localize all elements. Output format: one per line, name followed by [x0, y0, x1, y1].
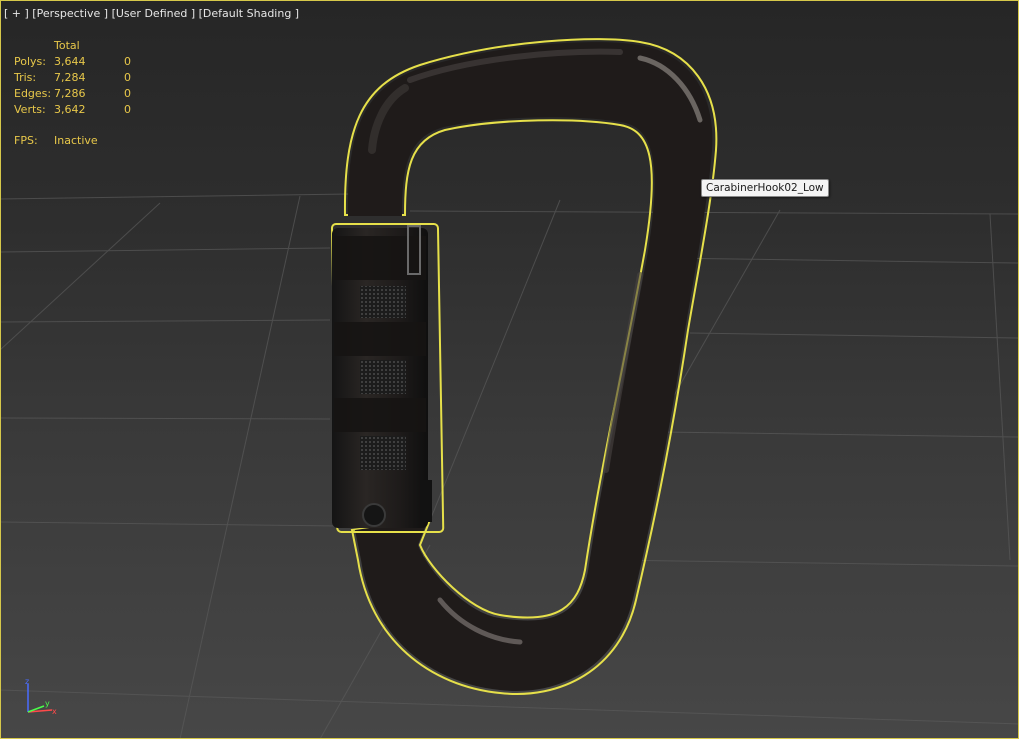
- stats-row-verts: Verts: 3,642 0: [14, 102, 214, 118]
- stats-total: 3,642: [54, 103, 86, 116]
- fps-value: Inactive: [54, 134, 98, 147]
- stats-selected: 0: [124, 55, 131, 68]
- stats-label: Tris:: [14, 71, 37, 84]
- stats-row-polys: Polys: 3,644 0: [14, 54, 214, 70]
- stats-selected: 0: [124, 71, 131, 84]
- viewport-label-menu: [ + ] [Perspective ] [User Defined ] [De…: [4, 7, 299, 20]
- stats-selected: 0: [124, 103, 131, 116]
- carabiner-gate-sleeve[interactable]: [332, 225, 432, 528]
- stats-row-edges: Edges: 7,286 0: [14, 86, 214, 102]
- stats-total: 7,286: [54, 87, 86, 100]
- viewport-lighting-menu[interactable]: [User Defined ]: [112, 7, 196, 20]
- stats-selected: 0: [124, 87, 131, 100]
- viewport-plus-menu[interactable]: [ + ]: [4, 7, 29, 20]
- axis-z-label: z: [25, 678, 29, 686]
- statistics-overlay: Total Polys: 3,644 0 Tris: 7,284 0 Edges…: [14, 38, 214, 118]
- stats-label: Verts:: [14, 103, 46, 116]
- axis-y-label: y: [45, 699, 50, 708]
- stats-total: 3,644: [54, 55, 86, 68]
- stats-row-tris: Tris: 7,284 0: [14, 70, 214, 86]
- object-name-tooltip: CarabinerHook02_Low: [701, 179, 829, 197]
- stats-label: Polys:: [14, 55, 46, 68]
- stats-total: 7,284: [54, 71, 86, 84]
- axis-tripod-icon: z x y: [25, 678, 57, 716]
- viewport-point-of-view-menu[interactable]: [Perspective ]: [32, 7, 108, 20]
- stats-total-header: Total: [54, 39, 80, 52]
- stats-label: Edges:: [14, 87, 52, 100]
- axis-x-label: x: [52, 707, 57, 716]
- fps-readout: FPS: Inactive: [14, 134, 98, 147]
- viewport-shading-menu[interactable]: [Default Shading ]: [199, 7, 299, 20]
- fps-label: FPS:: [14, 134, 38, 147]
- perspective-viewport[interactable]: [ + ] [Perspective ] [User Defined ] [De…: [0, 0, 1019, 739]
